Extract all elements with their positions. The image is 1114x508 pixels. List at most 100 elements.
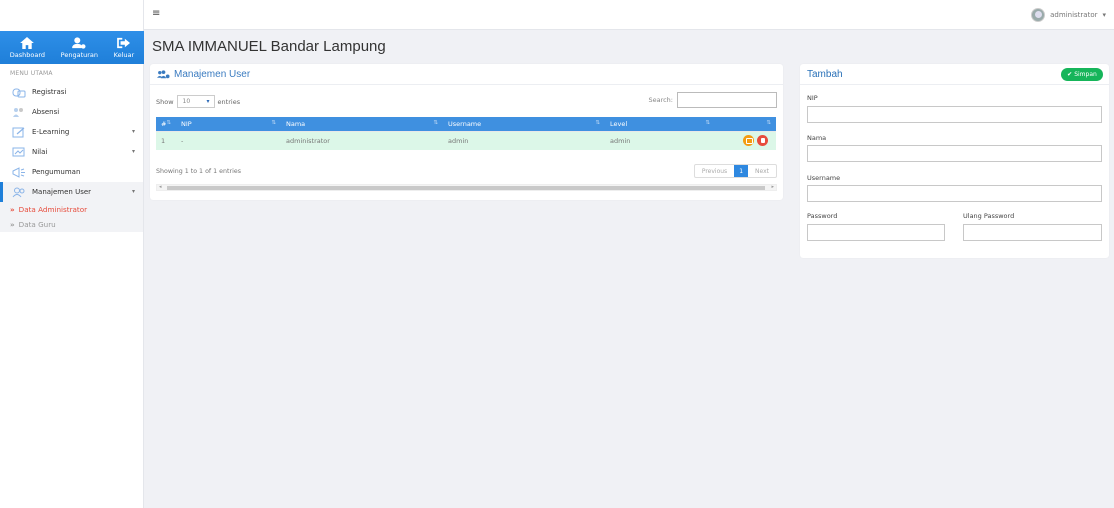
cell-actions	[715, 130, 776, 150]
attendance-icon	[13, 107, 23, 117]
manajemen-user-submenu: » Data Administrator » Data Guru	[0, 202, 143, 232]
registration-icon	[12, 88, 26, 97]
horizontal-scrollbar[interactable]: ◂ ▸	[156, 184, 777, 191]
user-table-card: Manajemen User Show 10 ▾ entries Search:…	[150, 64, 783, 200]
column-header-level[interactable]: Level ⇅	[605, 117, 715, 131]
scroll-right-icon[interactable]: ▸	[771, 184, 774, 190]
cell-no: 1	[156, 130, 176, 150]
page-title: SMA IMMANUEL Bandar Lampung	[152, 38, 386, 55]
avatar	[1031, 8, 1046, 22]
user-table: # ⇅ NIP ⇅ Nama ⇅ Username ⇅ Level ⇅ ⇅ 1 - adm…	[156, 117, 776, 150]
save-label: Simpan	[1074, 71, 1097, 78]
show-label: Show	[156, 97, 174, 106]
nama-label: Nama	[807, 134, 827, 142]
password-field[interactable]	[807, 224, 945, 241]
keluar-link[interactable]: Keluar	[113, 37, 135, 59]
sidebar-subitem-data-guru[interactable]: » Data Guru	[0, 217, 143, 232]
search-control: Search:	[648, 92, 777, 108]
sidebar-item-label: Nilai	[32, 148, 48, 156]
sort-icon: ⇅	[271, 120, 276, 126]
sort-icon: ⇅	[595, 120, 600, 126]
user-management-icon	[12, 187, 25, 197]
cell-nama: administrator	[281, 130, 443, 150]
pengaturan-link[interactable]: Pengaturan	[60, 36, 99, 59]
column-header-nama[interactable]: Nama ⇅	[281, 117, 443, 131]
sidebar-item-label: E-Learning	[32, 128, 70, 136]
scrollbar-thumb[interactable]	[167, 186, 765, 190]
double-chevron-right-icon: »	[10, 220, 15, 229]
sidebar-item-nilai[interactable]: Nilai ▾	[0, 142, 143, 162]
keluar-label: Keluar	[113, 50, 135, 59]
sidebar-item-pengumuman[interactable]: Pengumuman	[0, 162, 143, 182]
sort-icon: ⇅	[705, 120, 710, 126]
pengaturan-label: Pengaturan	[60, 50, 99, 59]
caret-down-icon: ▾	[1102, 11, 1106, 19]
row-actions	[720, 135, 771, 147]
sort-icon: ⇅	[433, 120, 438, 126]
chevron-down-icon: ▾	[131, 148, 135, 155]
search-label: Search:	[648, 96, 673, 104]
sidebar-item-label: Absensi	[32, 108, 60, 116]
card-title: Tambah	[807, 68, 843, 80]
search-input[interactable]	[677, 92, 777, 108]
save-button[interactable]: ✔ Simpan	[1061, 68, 1103, 81]
password-label: Password	[807, 212, 838, 220]
elearning-icon	[12, 127, 25, 137]
entries-control: Show 10 ▾ entries	[156, 95, 240, 108]
sort-icon: ⇅	[766, 120, 771, 126]
column-header-username[interactable]: Username ⇅	[443, 117, 605, 131]
add-user-card: Tambah ✔ Simpan NIP Nama Username Passwo…	[800, 64, 1109, 258]
table-controls: Show 10 ▾ entries Search:	[156, 92, 777, 110]
sidebar-item-absensi[interactable]: Absensi	[0, 102, 143, 122]
cell-username: admin	[443, 130, 605, 150]
chevron-down-icon: ▾	[206, 98, 210, 105]
pagination: Previous 1 Next	[693, 164, 777, 178]
menu-header: MENU UTAMA	[10, 70, 53, 77]
cell-level: admin	[605, 130, 715, 150]
sidebar-item-elearning[interactable]: E-Learning ▾	[0, 122, 143, 142]
hamburger-menu-icon[interactable]: ≡	[152, 8, 160, 19]
sidebar-item-label: Registrasi	[32, 88, 67, 96]
chevron-down-icon: ▾	[131, 188, 135, 195]
scroll-left-icon[interactable]: ◂	[159, 184, 162, 190]
sidebar-menu: Registrasi Absensi E-Learning ▾ Nilai ▾ …	[0, 82, 143, 232]
user-name: administrator	[1050, 11, 1098, 19]
sidebar-item-registrasi[interactable]: Registrasi	[0, 82, 143, 102]
subitem-label: Data Administrator	[18, 205, 88, 214]
subitem-label: Data Guru	[18, 220, 56, 229]
table-header-row: # ⇅ NIP ⇅ Nama ⇅ Username ⇅ Level ⇅ ⇅	[156, 117, 776, 131]
sidebar-subitem-data-administrator[interactable]: » Data Administrator	[0, 202, 143, 217]
dashboard-link[interactable]: Dashboard	[9, 36, 46, 59]
user-table-card-header: Manajemen User	[150, 64, 783, 85]
previous-button[interactable]: Previous	[695, 165, 734, 177]
entries-select[interactable]: 10 ▾	[176, 95, 215, 108]
nama-field[interactable]	[807, 145, 1102, 162]
sort-icon: ⇅	[166, 120, 171, 126]
column-header-actions[interactable]: ⇅	[715, 117, 776, 131]
card-title: Manajemen User	[174, 68, 251, 80]
delete-icon[interactable]	[757, 135, 768, 147]
ulang-password-field[interactable]	[963, 224, 1102, 241]
home-icon	[20, 36, 35, 49]
column-header-no[interactable]: # ⇅	[156, 117, 176, 131]
users-cog-icon	[157, 69, 170, 78]
topbar: ≡ administrator ▾	[144, 0, 1114, 30]
user-menu[interactable]: administrator ▾	[1031, 8, 1106, 22]
double-chevron-right-icon: »	[10, 205, 15, 214]
dashboard-label: Dashboard	[9, 50, 46, 59]
next-button[interactable]: Next	[748, 165, 776, 177]
sidebar-item-manajemen-user[interactable]: Manajemen User ▾	[0, 182, 143, 202]
username-field[interactable]	[807, 185, 1102, 202]
sidebar-top-links: Dashboard Pengaturan Keluar	[0, 31, 144, 64]
edit-icon[interactable]	[743, 135, 754, 147]
table-info: Showing 1 to 1 of 1 entries	[156, 168, 241, 175]
chevron-down-icon: ▾	[131, 128, 135, 135]
nip-field[interactable]	[807, 106, 1102, 123]
announcement-icon	[12, 166, 25, 178]
page-1-button[interactable]: 1	[734, 165, 749, 177]
sidebar-item-label: Manajemen User	[32, 188, 92, 196]
entries-label: entries	[217, 97, 241, 106]
column-header-nip[interactable]: NIP ⇅	[176, 117, 281, 131]
users-cog-icon	[72, 36, 86, 49]
sidebar-brand	[0, 0, 143, 30]
